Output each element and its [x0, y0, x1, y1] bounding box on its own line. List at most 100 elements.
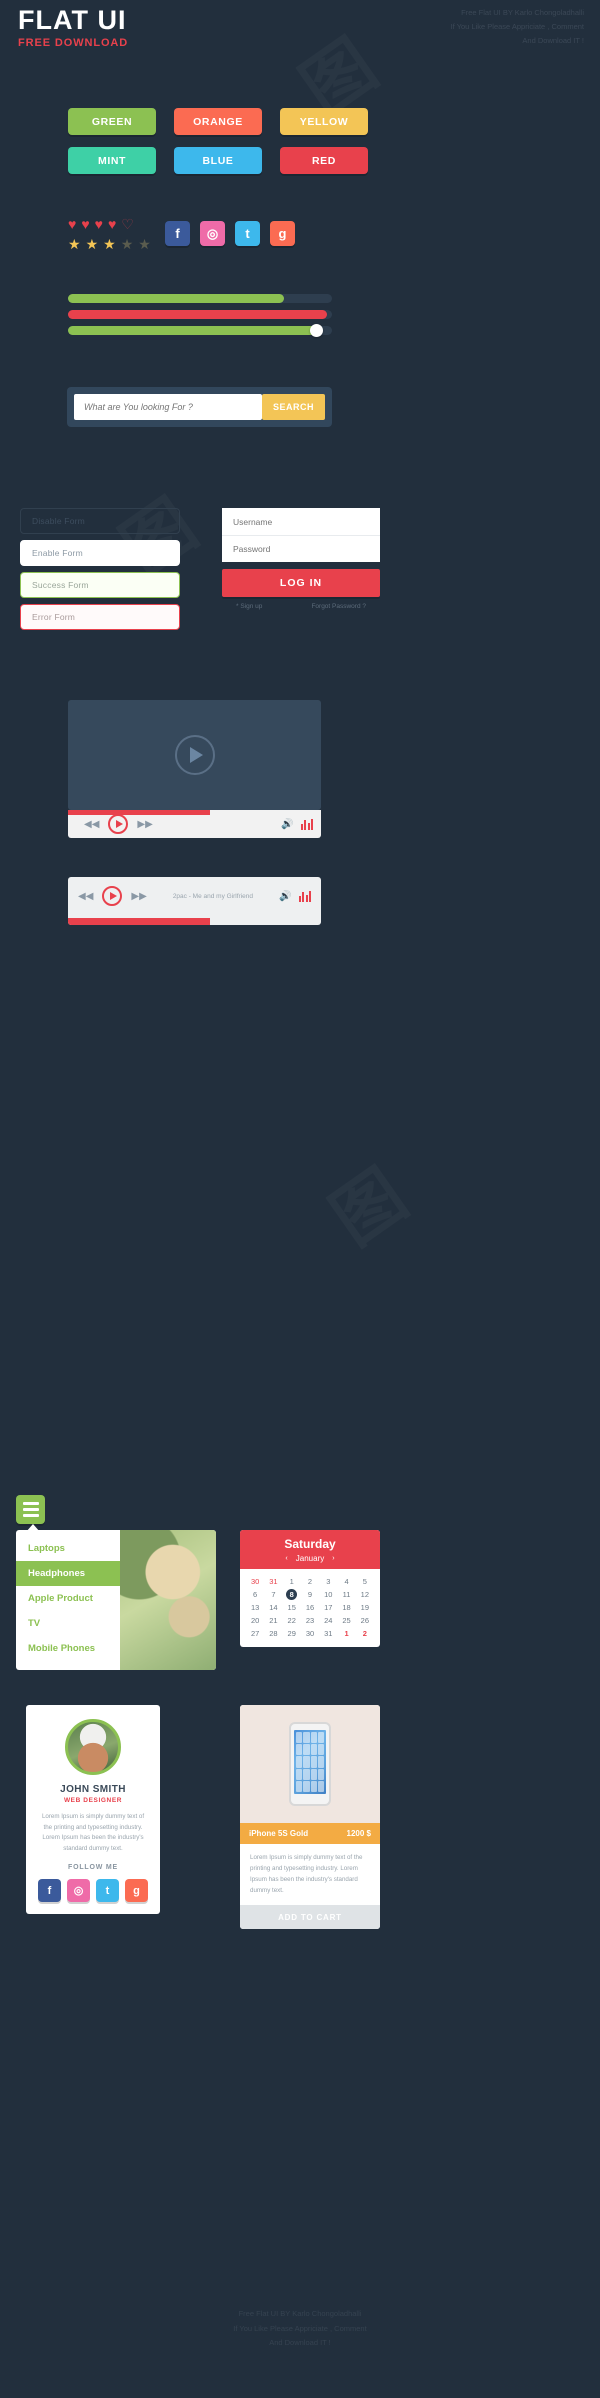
calendar-day-cell[interactable]: 27	[246, 1628, 264, 1639]
heart-icon[interactable]: ♥	[108, 217, 116, 231]
star-icon[interactable]: ★	[103, 237, 116, 251]
progress-track[interactable]	[68, 324, 332, 337]
heart-icon[interactable]: ♡	[121, 217, 134, 231]
progress-track[interactable]	[68, 294, 332, 303]
calendar-day-cell[interactable]: 30	[246, 1576, 264, 1587]
forward-icon[interactable]: ▶▶	[137, 819, 152, 830]
heart-rating[interactable]: ♥ ♥ ♥ ♥ ♡	[68, 215, 151, 232]
google-icon[interactable]: g	[270, 221, 295, 246]
rewind-icon[interactable]: ◀◀	[78, 891, 93, 902]
calendar-day-cell[interactable]: 23	[301, 1615, 319, 1626]
star-icon[interactable]: ★	[121, 237, 134, 251]
heart-icon[interactable]: ♥	[81, 217, 89, 231]
heart-icon[interactable]: ♥	[68, 217, 76, 231]
calendar-day-cell[interactable]: 7	[264, 1589, 282, 1600]
calendar-day-cell[interactable]: 16	[301, 1602, 319, 1613]
calendar-day-cell[interactable]: 3	[319, 1576, 337, 1587]
menu-item-mobile-phones[interactable]: Mobile Phones	[16, 1636, 120, 1661]
forgot-password-link[interactable]: Forgot Password ?	[311, 603, 366, 610]
hamburger-menu-button[interactable]	[16, 1495, 45, 1524]
calendar-day-cell[interactable]: 22	[283, 1615, 301, 1626]
search-input[interactable]	[74, 394, 262, 420]
signup-link[interactable]: * Sign up	[236, 603, 262, 610]
rewind-icon[interactable]: ◀◀	[84, 819, 99, 830]
star-rating[interactable]: ★ ★ ★ ★ ★	[68, 235, 151, 252]
product-title: iPhone 5S Gold	[249, 1829, 309, 1838]
menu-item-laptops[interactable]: Laptops	[16, 1536, 120, 1561]
calendar-day-cell[interactable]: 29	[283, 1628, 301, 1639]
calendar-day-cell[interactable]: 24	[319, 1615, 337, 1626]
calendar-day-cell[interactable]: 2	[356, 1628, 374, 1639]
dribbble-icon[interactable]: ◎	[200, 221, 225, 246]
button-yellow[interactable]: YELLOW	[280, 108, 368, 135]
volume-icon[interactable]: 🔊	[281, 819, 293, 830]
button-green[interactable]: GREEN	[68, 108, 156, 135]
play-triangle-icon	[190, 747, 203, 763]
calendar-day-cell[interactable]: 15	[283, 1602, 301, 1613]
profile-facebook-icon[interactable]: f	[38, 1879, 61, 1903]
progress-bar-group	[68, 294, 332, 342]
calendar-day-cell[interactable]: 6	[246, 1589, 264, 1600]
calendar-day-cell[interactable]: 9	[301, 1589, 319, 1600]
calendar-day-cell[interactable]: 14	[264, 1602, 282, 1613]
calendar-day-cell[interactable]: 30	[301, 1628, 319, 1639]
calendar-day-cell[interactable]: 11	[337, 1589, 355, 1600]
calendar-day-cell[interactable]: 18	[337, 1602, 355, 1613]
player-progress-fill[interactable]	[68, 918, 210, 925]
logo-title: FLAT UI	[18, 5, 127, 35]
prev-month-icon[interactable]: ‹	[285, 1555, 287, 1562]
add-to-cart-button[interactable]: ADD TO CART	[240, 1905, 380, 1930]
form-field-success[interactable]: Success Form	[20, 572, 180, 598]
calendar-day-cell[interactable]: 17	[319, 1602, 337, 1613]
button-mint[interactable]: MINT	[68, 147, 156, 174]
calendar-day-cell[interactable]: 26	[356, 1615, 374, 1626]
star-icon[interactable]: ★	[138, 237, 151, 251]
calendar-day-cell[interactable]: 21	[264, 1615, 282, 1626]
calendar-day-cell[interactable]: 31	[264, 1576, 282, 1587]
video-player[interactable]	[68, 700, 321, 810]
calendar-day-cell[interactable]: 20	[246, 1615, 264, 1626]
form-field-error[interactable]: Error Form	[20, 604, 180, 630]
search-button[interactable]: SEARCH	[261, 394, 325, 420]
menu-item-headphones[interactable]: Headphones	[16, 1561, 120, 1586]
slider-handle[interactable]	[310, 324, 324, 337]
star-icon[interactable]: ★	[86, 237, 99, 251]
menu-item-apple-product[interactable]: Apple Product	[16, 1586, 120, 1611]
calendar-day-cell[interactable]: 1	[337, 1628, 355, 1639]
forward-icon[interactable]: ▶▶	[131, 891, 146, 902]
calendar-day-cell[interactable]: 12	[356, 1589, 374, 1600]
menu-item-tv[interactable]: TV	[16, 1611, 120, 1636]
calendar-day-cell[interactable]: 2	[301, 1576, 319, 1587]
volume-icon[interactable]: 🔊	[279, 891, 291, 902]
twitter-icon[interactable]: t	[235, 221, 260, 246]
calendar-day-cell[interactable]: 8	[286, 1589, 298, 1600]
star-icon[interactable]: ★	[68, 237, 81, 251]
facebook-icon[interactable]: f	[165, 221, 190, 246]
profile-dribbble-icon[interactable]: ◎	[67, 1879, 90, 1903]
button-orange[interactable]: ORANGE	[174, 108, 262, 135]
calendar-day-cell[interactable]: 4	[337, 1576, 355, 1587]
calendar-day-cell[interactable]: 10	[319, 1589, 337, 1600]
calendar-day-cell[interactable]: 5	[356, 1576, 374, 1587]
username-field[interactable]	[222, 508, 380, 535]
login-button[interactable]: LOG IN	[222, 569, 380, 597]
play-button-icon[interactable]	[102, 886, 123, 906]
play-button-icon[interactable]	[108, 814, 129, 834]
calendar-day-cell[interactable]: 13	[246, 1602, 264, 1613]
form-field-enable[interactable]: Enable Form	[20, 540, 180, 566]
player-progress-fill[interactable]	[68, 810, 210, 815]
calendar-day-cell[interactable]: 28	[264, 1628, 282, 1639]
progress-track[interactable]	[68, 310, 332, 319]
button-blue[interactable]: BLUE	[174, 147, 262, 174]
calendar-day-cell[interactable]: 25	[337, 1615, 355, 1626]
password-field[interactable]	[222, 535, 380, 562]
calendar-day-cell[interactable]: 19	[356, 1602, 374, 1613]
heart-icon[interactable]: ♥	[95, 217, 103, 231]
profile-twitter-icon[interactable]: t	[96, 1879, 119, 1903]
play-icon[interactable]	[174, 735, 215, 775]
calendar-day-cell[interactable]: 1	[283, 1576, 301, 1587]
calendar-day-cell[interactable]: 31	[319, 1628, 337, 1639]
button-red[interactable]: RED	[280, 147, 368, 174]
next-month-icon[interactable]: ›	[332, 1555, 334, 1562]
profile-google-icon[interactable]: g	[125, 1879, 148, 1903]
